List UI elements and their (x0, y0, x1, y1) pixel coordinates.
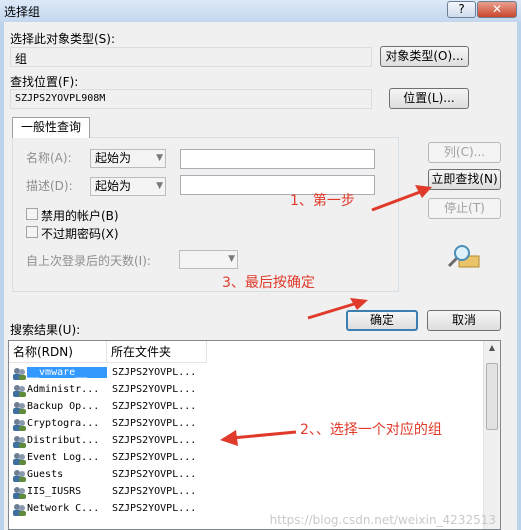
table-row[interactable]: Event Log... SZJPS2YOVPL... (9, 451, 209, 468)
description-mode-value: 起始为 (95, 179, 132, 193)
tab-common-queries[interactable]: 一般性查询 (12, 117, 90, 138)
group-icon (13, 436, 26, 448)
chevron-down-icon: ▼ (228, 254, 235, 264)
table-row[interactable]: Guests SZJPS2YOVPL... (9, 468, 209, 485)
group-icon (13, 504, 26, 516)
annotation-step1: 1、第一步 (290, 193, 355, 209)
dialog-title: 选择组 (4, 5, 41, 19)
watermark: https://blog.csdn.net/weixin_4232513 (269, 513, 496, 527)
annotation-arrow-step2 (220, 430, 297, 446)
group-icon (13, 385, 26, 397)
columns-button[interactable]: 列(C)... (428, 142, 501, 163)
dialog-body: 选择此对象类型(S): 组 对象类型(O)... 查找位置(F): SZJPS2… (4, 22, 517, 530)
non-expiring-password-label: 不过期密码(X) (41, 227, 119, 241)
location-label: 查找位置(F): (10, 75, 79, 89)
description-mode-select[interactable]: 起始为 ▼ (90, 177, 166, 196)
location-field: SZJPS2YOVPL908M (10, 89, 372, 109)
table-row[interactable]: Cryptogra... SZJPS2YOVPL... (9, 417, 209, 434)
chevron-down-icon: ▼ (156, 181, 163, 191)
column-header-folder[interactable]: 所在文件夹 (107, 341, 207, 363)
days-since-logon-label: 自上次登录后的天数(I): (26, 254, 151, 268)
table-row[interactable]: __vmware__ SZJPS2YOVPL... (9, 366, 209, 383)
location-button[interactable]: 位置(L)... (389, 88, 469, 109)
find-now-button[interactable]: 立即查找(N) (428, 169, 501, 190)
group-icon (13, 487, 26, 499)
table-row[interactable]: Administr... SZJPS2YOVPL... (9, 383, 209, 400)
results-scrollbar[interactable]: ▲ (483, 341, 500, 529)
table-row[interactable]: Backup Op... SZJPS2YOVPL... (9, 400, 209, 417)
name-label: 名称(A): (26, 151, 72, 165)
table-row[interactable]: Network C... SZJPS2YOVPL... (9, 502, 209, 519)
row-folder: SZJPS2YOVPL... (112, 503, 197, 514)
row-folder: SZJPS2YOVPL... (112, 469, 197, 480)
column-header-name[interactable]: 名称(RDN) (9, 341, 107, 363)
days-since-logon-select[interactable]: ▼ (179, 250, 238, 269)
row-name: __vmware__ (27, 367, 107, 378)
table-row[interactable]: IIS_IUSRS SZJPS2YOVPL... (9, 485, 209, 502)
annotation-step3: 3、最后按确定 (222, 275, 315, 291)
name-mode-select[interactable]: 起始为 ▼ (90, 149, 166, 168)
group-icon (13, 470, 26, 482)
close-button[interactable]: ✕ (477, 1, 517, 18)
group-icon (13, 402, 26, 414)
search-results-label: 搜索结果(U): (10, 323, 81, 337)
annotation-step2: 2、、选择一个对应的组 (300, 422, 442, 438)
cancel-button[interactable]: 取消 (427, 310, 501, 331)
row-name: Network C... (27, 503, 100, 514)
disabled-accounts-checkbox[interactable] (26, 208, 38, 220)
name-mode-value: 起始为 (95, 151, 132, 165)
table-row[interactable]: Distribut... SZJPS2YOVPL... (9, 434, 209, 451)
row-name: Distribut... (27, 435, 100, 446)
row-folder: SZJPS2YOVPL... (112, 435, 197, 446)
row-name: Administr... (27, 384, 100, 395)
search-icon (447, 245, 480, 268)
row-name: IIS_IUSRS (27, 486, 82, 497)
title-bar: 选择组 ? ✕ (0, 0, 521, 22)
ok-button[interactable]: 确定 (346, 310, 418, 331)
description-label: 描述(D): (26, 179, 73, 193)
annotation-arrow-step1 (371, 185, 432, 212)
object-type-button[interactable]: 对象类型(O)... (380, 46, 469, 67)
scroll-up-icon[interactable]: ▲ (484, 343, 500, 352)
row-name: Cryptogra... (27, 418, 100, 429)
row-folder: SZJPS2YOVPL... (112, 384, 197, 395)
scrollbar-thumb[interactable] (486, 363, 498, 430)
group-icon (13, 453, 26, 465)
object-type-label: 选择此对象类型(S): (10, 32, 116, 46)
row-folder: SZJPS2YOVPL... (112, 486, 197, 497)
stop-button[interactable]: 停止(T) (428, 198, 501, 219)
name-input[interactable] (180, 149, 375, 169)
row-name: Event Log... (27, 452, 100, 463)
group-icon (13, 419, 26, 431)
chevron-down-icon: ▼ (156, 153, 163, 163)
row-folder: SZJPS2YOVPL... (112, 418, 197, 429)
row-folder: SZJPS2YOVPL... (112, 452, 197, 463)
row-name: Backup Op... (27, 401, 100, 412)
object-type-field: 组 (10, 47, 372, 67)
row-folder: SZJPS2YOVPL... (112, 367, 197, 378)
row-name: Guests (27, 469, 64, 480)
group-icon (13, 368, 26, 380)
disabled-accounts-label: 禁用的帐户(B) (41, 209, 119, 223)
row-folder: SZJPS2YOVPL... (112, 401, 197, 412)
help-button[interactable]: ? (447, 1, 476, 18)
non-expiring-password-checkbox[interactable] (26, 226, 38, 238)
